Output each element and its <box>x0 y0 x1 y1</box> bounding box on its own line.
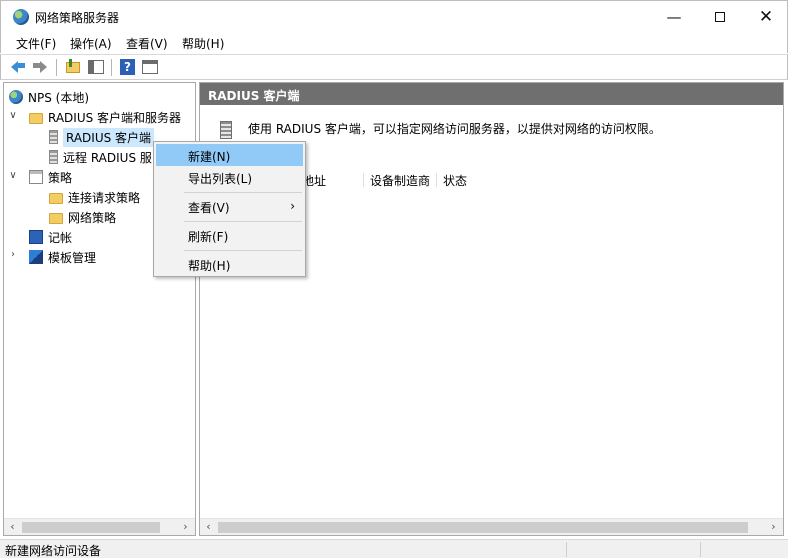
console-view-button[interactable] <box>142 59 158 75</box>
menu-file[interactable]: 文件(F) <box>16 35 56 52</box>
help-icon: ? <box>120 59 135 75</box>
info-description: 使用 RADIUS 客户端，可以指定网络访问服务器，以提供对网络的访问权限。 <box>248 122 661 136</box>
template-icon <box>29 250 43 264</box>
show-hide-tree-icon <box>88 60 104 74</box>
server-group-icon <box>49 150 58 164</box>
help-button[interactable]: ? <box>120 59 136 75</box>
context-menu-new[interactable]: 新建(N) <box>156 144 303 166</box>
maximize-button[interactable] <box>697 1 743 32</box>
expanded-chevron-icon[interactable]: ∨ <box>8 170 18 181</box>
forward-icon <box>40 61 47 73</box>
tree-node-radius-clients[interactable]: RADIUS 客户端 <box>49 127 155 147</box>
forward-button[interactable] <box>33 59 49 75</box>
menu-bar: 文件(F) 操作(A) 查看(V) 帮助(H) <box>0 31 788 53</box>
status-divider <box>700 542 701 557</box>
scrollbar-thumb[interactable] <box>218 522 748 533</box>
menu-help[interactable]: 帮助(H) <box>182 35 224 52</box>
tree-label: 模板管理 <box>48 250 97 265</box>
back-button[interactable] <box>11 59 27 75</box>
tree-label: 连接请求策略 <box>68 190 141 205</box>
nps-globe-icon <box>9 90 23 104</box>
tree-node-policies[interactable]: 策略 <box>29 168 72 186</box>
tree-node-nps-local[interactable]: NPS (本地) <box>9 88 89 106</box>
minimize-button[interactable]: — <box>651 1 697 32</box>
context-menu-refresh[interactable]: 刷新(F) <box>156 224 303 246</box>
context-menu: 新建(N) 导出列表(L) 查看(V) › 刷新(F) 帮助(H) <box>153 141 306 277</box>
submenu-arrow-icon: › <box>290 199 295 213</box>
tree-label: RADIUS 客户端和服务器 <box>48 110 182 125</box>
folder-icon <box>49 192 63 204</box>
menu-action[interactable]: 操作(A) <box>70 35 112 52</box>
tree-node-connection-request-policies[interactable]: 连接请求策略 <box>49 188 140 206</box>
close-button[interactable]: ✕ <box>743 1 788 32</box>
back-icon <box>11 61 18 73</box>
details-header: RADIUS 客户端 <box>200 83 783 105</box>
window-title: 网络策略服务器 <box>35 11 120 25</box>
folder-icon <box>29 112 43 124</box>
policy-document-icon <box>29 170 43 184</box>
menu-item-label: 导出列表(L) <box>188 172 253 186</box>
context-menu-view[interactable]: 查看(V) › <box>156 195 303 217</box>
scroll-right-arrow-icon[interactable]: › <box>765 519 782 535</box>
tree-node-remote-radius[interactable]: 远程 RADIUS 服 <box>49 148 152 166</box>
tree-label-selected: RADIUS 客户端 <box>63 127 155 147</box>
column-divider[interactable] <box>363 173 364 187</box>
menu-view[interactable]: 查看(V) <box>126 35 168 52</box>
column-divider[interactable] <box>436 173 437 187</box>
up-folder-button[interactable] <box>65 59 81 75</box>
expanded-chevron-icon[interactable]: ∨ <box>8 110 18 121</box>
scrollbar-thumb[interactable] <box>22 522 160 533</box>
status-text: 新建网络访问设备 <box>5 544 102 558</box>
minimize-icon: — <box>666 7 682 26</box>
tree-node-radius-group[interactable]: RADIUS 客户端和服务器 <box>29 108 181 126</box>
accounting-log-icon <box>29 230 43 244</box>
status-bar: 新建网络访问设备 <box>0 539 788 558</box>
menu-item-label: 帮助(H) <box>188 259 231 273</box>
scroll-left-arrow-icon[interactable]: ‹ <box>4 519 21 535</box>
tree-node-template-management[interactable]: 模板管理 <box>29 248 96 266</box>
menu-item-label: 查看(V) <box>188 201 230 215</box>
column-header-vendor[interactable]: 设备制造商 <box>370 172 434 188</box>
folder-icon <box>49 212 63 224</box>
title-bar: 网络策略服务器 — ✕ <box>0 0 788 31</box>
menu-separator <box>184 192 302 193</box>
menu-item-label: 新建(N) <box>188 150 231 164</box>
tree-label: 策略 <box>48 170 73 185</box>
tree-node-accounting[interactable]: 记帐 <box>29 228 72 246</box>
status-divider <box>566 542 567 557</box>
details-horizontal-scrollbar[interactable]: ‹ › <box>200 518 783 535</box>
scroll-right-arrow-icon[interactable]: › <box>177 519 194 535</box>
maximize-icon <box>715 11 725 22</box>
tree-label: 网络策略 <box>68 210 117 225</box>
toolbar: ? <box>0 54 788 80</box>
toolbar-separator <box>111 59 112 76</box>
collapsed-chevron-icon[interactable]: › <box>8 249 18 260</box>
close-icon: ✕ <box>758 6 774 27</box>
tree-label: 记帐 <box>48 230 73 245</box>
server-icon <box>49 130 58 144</box>
console-icon <box>142 60 158 74</box>
column-header-status[interactable]: 状态 <box>443 172 471 188</box>
nps-app-icon <box>13 9 29 25</box>
menu-separator <box>184 250 302 251</box>
scroll-left-arrow-icon[interactable]: ‹ <box>200 519 217 535</box>
toolbar-separator <box>56 59 57 76</box>
menu-item-label: 刷新(F) <box>188 230 229 244</box>
tree-label: 远程 RADIUS 服 <box>63 150 152 165</box>
tree-horizontal-scrollbar[interactable]: ‹ › <box>4 518 195 535</box>
tree-node-network-policies[interactable]: 网络策略 <box>49 208 116 226</box>
radius-client-server-icon <box>220 121 232 139</box>
context-menu-help[interactable]: 帮助(H) <box>156 253 303 275</box>
tree-label: NPS (本地) <box>28 90 90 105</box>
column-header-address[interactable]: 地址 <box>302 172 330 188</box>
context-menu-export-list[interactable]: 导出列表(L) <box>156 166 303 188</box>
menu-separator <box>184 221 302 222</box>
show-hide-tree-button[interactable] <box>88 59 104 75</box>
